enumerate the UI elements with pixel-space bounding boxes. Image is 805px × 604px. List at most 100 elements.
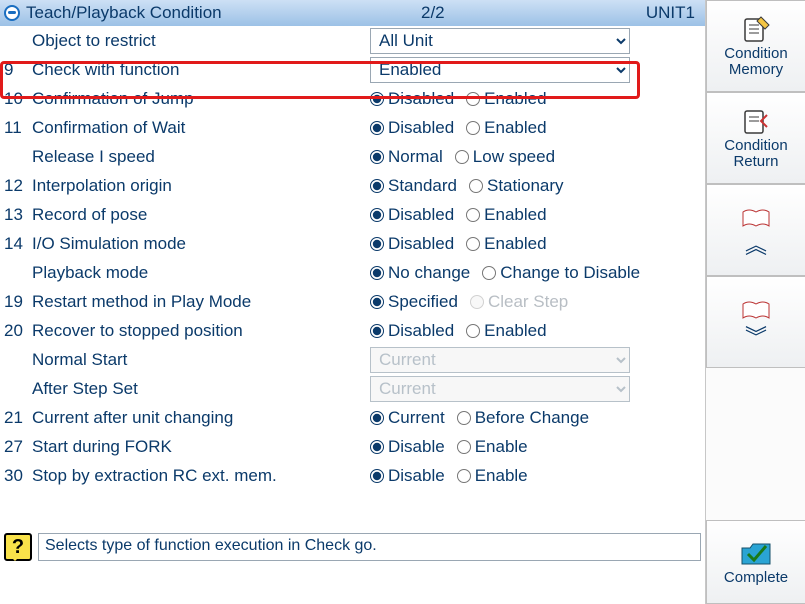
confirmation-of-wait-option-disabled[interactable]: Disabled [370, 118, 454, 138]
complete-button[interactable]: Complete [706, 520, 805, 604]
restart-method-option-specified[interactable]: Specified [370, 292, 458, 312]
page-up-button[interactable]: ︽ [706, 184, 805, 276]
stop-by-extraction-option-enable[interactable]: Enable [457, 466, 528, 486]
start-during-fork-option-disable[interactable]: Disable [370, 437, 445, 457]
current-after-unit-option-current[interactable]: Current [370, 408, 445, 428]
release-i-speed-option-low-speed[interactable]: Low speed [455, 147, 555, 167]
row-control: Disabled Enabled [370, 118, 705, 138]
record-of-pose-radiogroup: Disabled Enabled [370, 205, 557, 225]
object-to-restrict-select[interactable]: All Unit [370, 28, 630, 54]
recover-to-stopped-radiogroup: Disabled Enabled [370, 321, 557, 341]
confirmation-of-wait-option-enabled[interactable]: Enabled [466, 118, 546, 138]
radio-option-label: Enable [475, 466, 528, 486]
recover-to-stopped-option-disabled[interactable]: Disabled [370, 321, 454, 341]
row-label: Current after unit changing [32, 408, 370, 428]
row-label: Stop by extraction RC ext. mem. [32, 466, 370, 486]
setting-row-interpolation-origin: 12Interpolation originStandardStationary [0, 171, 705, 200]
playback-mode-option-change-to-disable[interactable]: Change to Disable [482, 263, 640, 283]
playback-mode-radio[interactable] [482, 266, 496, 280]
unit-indicator: UNIT1 [621, 3, 701, 23]
row-number: 9 [4, 60, 32, 80]
confirmation-of-wait-radio[interactable] [466, 121, 480, 135]
record-of-pose-radio[interactable] [370, 208, 384, 222]
io-simulation-mode-option-disabled[interactable]: Disabled [370, 234, 454, 254]
record-of-pose-radio[interactable] [466, 208, 480, 222]
confirmation-of-jump-radio[interactable] [370, 92, 384, 106]
folder-check-icon [740, 538, 772, 570]
radio-option-label: Before Change [475, 408, 589, 428]
recover-to-stopped-option-enabled[interactable]: Enabled [466, 321, 546, 341]
confirmation-of-jump-option-enabled[interactable]: Enabled [466, 89, 546, 109]
condition-memory-label-1: Condition [724, 45, 787, 62]
check-with-function-select[interactable]: EnabledDisabled [370, 57, 630, 83]
setting-row-io-simulation-mode: 14I/O Simulation modeDisabled Enabled [0, 229, 705, 258]
confirmation-of-jump-option-disabled[interactable]: Disabled [370, 89, 454, 109]
radio-option-label: No change [388, 263, 470, 283]
current-after-unit-radio[interactable] [370, 411, 384, 425]
condition-return-label-1: Condition [724, 137, 787, 154]
playback-mode-radio[interactable] [370, 266, 384, 280]
stop-by-extraction-radio[interactable] [370, 469, 384, 483]
confirmation-of-jump-radio[interactable] [466, 92, 480, 106]
row-number: 20 [4, 321, 32, 341]
current-after-unit-option-before-change[interactable]: Before Change [457, 408, 589, 428]
row-number: 30 [4, 466, 32, 486]
interpolation-origin-option-standard[interactable]: Standard [370, 176, 457, 196]
main-panel: Teach/Playback Condition 2/2 UNIT1 Objec… [0, 0, 705, 604]
setting-row-confirmation-of-jump: 10Confirmation of JumpDisabledEnabled [0, 84, 705, 113]
row-control: Disable Enable [370, 466, 705, 486]
start-during-fork-radio[interactable] [370, 440, 384, 454]
stop-by-extraction-option-disable[interactable]: Disable [370, 466, 445, 486]
release-i-speed-option-normal[interactable]: Normal [370, 147, 443, 167]
stop-by-extraction-radiogroup: Disable Enable [370, 466, 538, 486]
io-simulation-mode-radio[interactable] [466, 237, 480, 251]
interpolation-origin-option-stationary[interactable]: Stationary [469, 176, 564, 196]
row-label: Object to restrict [32, 31, 370, 51]
io-simulation-mode-option-enabled[interactable]: Enabled [466, 234, 546, 254]
recover-to-stopped-radio[interactable] [466, 324, 480, 338]
header-bar: Teach/Playback Condition 2/2 UNIT1 [0, 0, 705, 26]
current-after-unit-radio[interactable] [457, 411, 471, 425]
page-title: Teach/Playback Condition [26, 3, 222, 23]
row-label: Release I speed [32, 147, 370, 167]
row-label: Confirmation of Wait [32, 118, 370, 138]
row-control: Disable Enable [370, 437, 705, 457]
book-icon [741, 295, 771, 327]
record-of-pose-option-enabled[interactable]: Enabled [466, 205, 546, 225]
row-control: EnabledDisabled [370, 57, 705, 83]
release-i-speed-radiogroup: Normal Low speed [370, 147, 565, 167]
radio-option-label: Disable [388, 466, 445, 486]
row-number: 14 [4, 234, 32, 254]
start-during-fork-radio[interactable] [457, 440, 471, 454]
condition-memory-label-2: Memory [729, 61, 783, 78]
playback-mode-radiogroup: No change Change to Disable [370, 263, 650, 283]
normal-start-select: Current [370, 347, 630, 373]
setting-row-after-step-set: After Step SetCurrent [0, 374, 705, 403]
condition-return-label-2: Return [733, 153, 778, 170]
radio-option-label: Disable [388, 437, 445, 457]
confirmation-of-wait-radio[interactable] [370, 121, 384, 135]
interpolation-origin-radio[interactable] [370, 179, 384, 193]
condition-return-button[interactable]: ConditionReturn [706, 92, 805, 184]
radio-option-label: Low speed [473, 147, 555, 167]
playback-mode-option-no-change[interactable]: No change [370, 263, 470, 283]
restart-method-radio[interactable] [370, 295, 384, 309]
recover-to-stopped-radio[interactable] [370, 324, 384, 338]
release-i-speed-radio[interactable] [370, 150, 384, 164]
release-i-speed-radio[interactable] [455, 150, 469, 164]
interpolation-origin-radio[interactable] [469, 179, 483, 193]
record-of-pose-option-disabled[interactable]: Disabled [370, 205, 454, 225]
row-label: After Step Set [32, 379, 370, 399]
book-icon [741, 203, 771, 235]
io-simulation-mode-radio[interactable] [370, 237, 384, 251]
row-number: 21 [4, 408, 32, 428]
row-number: 13 [4, 205, 32, 225]
start-during-fork-option-enable[interactable]: Enable [457, 437, 528, 457]
condition-memory-button[interactable]: ConditionMemory [706, 0, 805, 92]
help-icon: ? [4, 533, 32, 561]
row-label: I/O Simulation mode [32, 234, 370, 254]
row-control: Current [370, 376, 705, 402]
row-control: Disabled Enabled [370, 321, 705, 341]
page-down-button[interactable]: ︾ [706, 276, 805, 368]
stop-by-extraction-radio[interactable] [457, 469, 471, 483]
